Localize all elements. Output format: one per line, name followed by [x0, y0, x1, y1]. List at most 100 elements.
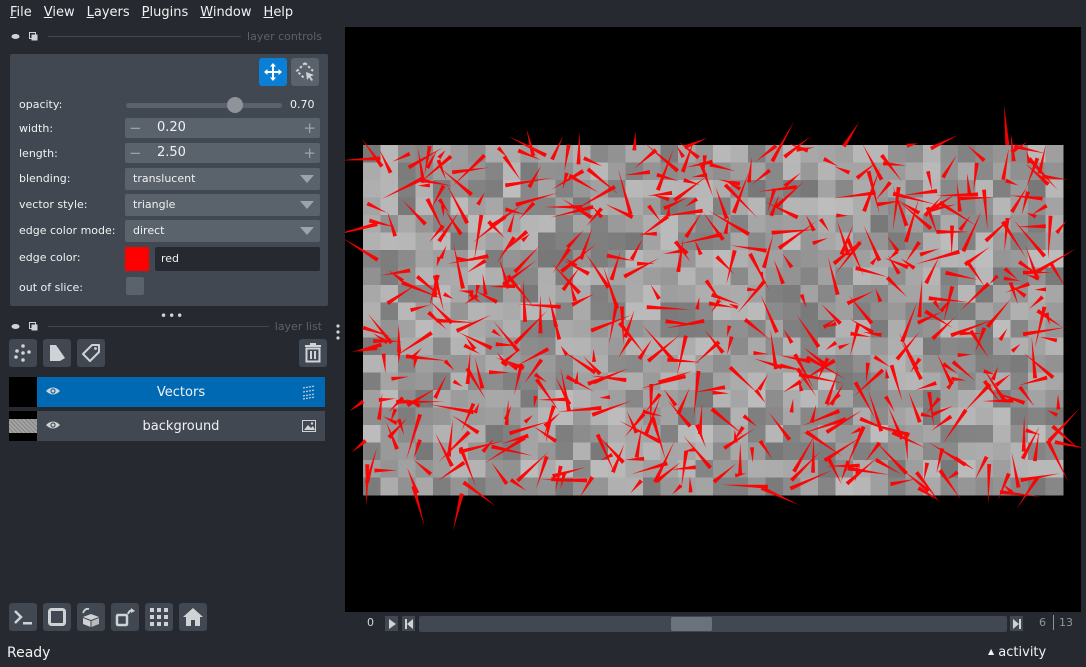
edge-color-mode-value: direct [133, 224, 165, 237]
edge-color-label: edge color: [19, 251, 81, 264]
layer-list-title: layer list [274, 319, 322, 333]
more-options-icon[interactable] [336, 324, 340, 344]
edge-color-input[interactable]: red [155, 247, 320, 271]
activity-button[interactable]: ▲ activity [988, 645, 1046, 660]
grid-icon [150, 608, 168, 626]
width-label: width: [19, 122, 54, 135]
length-spinbox[interactable]: − 2.50 + [125, 143, 320, 163]
skip-forward-icon [1012, 618, 1021, 629]
chevron-down-icon [300, 227, 314, 235]
visibility-eye-icon[interactable] [45, 418, 61, 436]
play-icon [388, 618, 396, 629]
out-of-slice-checkbox[interactable] [126, 277, 144, 295]
undock-icon[interactable] [28, 31, 38, 41]
grid-view-button[interactable] [145, 603, 173, 631]
select-transform-icon [295, 62, 314, 81]
layer-name[interactable]: background [143, 419, 220, 434]
width-increment-button[interactable]: + [303, 119, 316, 137]
layer-item-background[interactable]: background [9, 411, 325, 441]
opacity-slider-handle[interactable] [227, 97, 244, 113]
length-value[interactable]: 2.50 [157, 145, 186, 160]
new-shapes-layer-button[interactable] [43, 339, 71, 367]
square-2d-icon [48, 608, 66, 626]
vector-style-dropdown[interactable]: triangle [125, 194, 320, 216]
transpose-icon [115, 608, 135, 627]
vector [452, 493, 464, 532]
menu-layers[interactable]: Layers [81, 5, 136, 20]
transpose-dims-button[interactable] [111, 603, 139, 631]
opacity-slider[interactable] [126, 97, 282, 113]
float-eye-icon[interactable] [10, 321, 20, 331]
home-button[interactable] [179, 603, 207, 631]
current-frame[interactable]: 6 [1039, 616, 1046, 629]
menu-bar: File View Layers Plugins Window Help [0, 0, 1086, 24]
pan-zoom-button[interactable] [259, 58, 287, 86]
vector [632, 131, 637, 151]
new-labels-layer-button[interactable] [77, 339, 105, 367]
console-button[interactable] [9, 603, 37, 631]
cube-roll-icon [82, 607, 99, 627]
vector [842, 121, 860, 148]
layer-controls-panel: opacity: 0.70 width: − 0.20 + length: − … [10, 54, 328, 306]
out-of-slice-label: out of slice: [19, 281, 83, 294]
points-icon [14, 344, 31, 362]
vectors-icon [301, 384, 317, 404]
title-divider [48, 35, 242, 37]
vector [349, 399, 365, 412]
viewer-canvas[interactable] [345, 27, 1081, 612]
frame-divider [1053, 615, 1054, 630]
opacity-label: opacity: [19, 98, 63, 111]
label-tag-icon [82, 344, 100, 362]
move-arrows-icon [264, 63, 282, 81]
width-value[interactable]: 0.20 [157, 120, 186, 135]
transform-button[interactable] [291, 58, 319, 86]
width-spinbox[interactable]: − 0.20 + [125, 118, 320, 138]
menu-view[interactable]: View [38, 5, 81, 20]
status-text: Ready [7, 645, 51, 661]
toggle-ndisplay-button[interactable] [43, 603, 71, 631]
width-decrement-button[interactable]: − [129, 119, 142, 137]
blending-dropdown[interactable]: translucent [125, 168, 320, 190]
menu-help[interactable]: Help [258, 5, 300, 20]
axis-label[interactable]: 0 [367, 616, 374, 629]
terminal-icon [14, 610, 32, 625]
edge-color-mode-dropdown[interactable]: direct [125, 220, 320, 242]
layer-item-vectors[interactable]: Vectors [9, 377, 325, 407]
chevron-down-icon [300, 201, 314, 209]
step-forward-button[interactable] [1010, 616, 1023, 631]
image-icon [301, 418, 317, 438]
layer-list-title-bar: layer list [10, 318, 322, 334]
edge-color-mode-label: edge color mode: [19, 224, 116, 237]
play-button[interactable] [385, 616, 398, 631]
menu-file[interactable]: File [4, 5, 38, 20]
dims-slider-handle[interactable] [670, 617, 712, 631]
opacity-value: 0.70 [290, 98, 315, 111]
length-decrement-button[interactable]: − [129, 144, 142, 162]
undock-icon[interactable] [28, 321, 38, 331]
vector-style-label: vector style: [19, 198, 88, 211]
visibility-eye-icon[interactable] [45, 384, 61, 402]
roll-dims-button[interactable] [77, 603, 105, 631]
left-dock: layer controls opacity: 0.70 width: − 0.… [0, 26, 345, 631]
new-points-layer-button[interactable] [9, 339, 37, 367]
max-frame: 13 [1059, 616, 1073, 629]
layer-name[interactable]: Vectors [157, 385, 205, 400]
dims-slider-track[interactable] [419, 616, 1007, 632]
canvas-scene [345, 104, 1081, 532]
trash-icon [305, 343, 321, 363]
edge-color-swatch[interactable] [125, 247, 149, 271]
blending-label: blending: [19, 172, 71, 185]
menu-window[interactable]: Window [194, 5, 257, 20]
layer-controls-title-bar: layer controls [10, 28, 322, 44]
home-icon [183, 608, 203, 626]
delete-layer-button[interactable] [299, 339, 327, 367]
layer-controls-title: layer controls [247, 29, 322, 43]
float-eye-icon[interactable] [10, 31, 20, 41]
shapes-icon [50, 345, 65, 361]
length-increment-button[interactable]: + [303, 144, 316, 162]
activity-label: activity [998, 645, 1047, 660]
step-back-button[interactable] [402, 616, 415, 631]
layer-item-body[interactable]: Vectors [37, 377, 325, 407]
menu-plugins[interactable]: Plugins [136, 5, 195, 20]
layer-item-body[interactable]: background [37, 411, 325, 441]
